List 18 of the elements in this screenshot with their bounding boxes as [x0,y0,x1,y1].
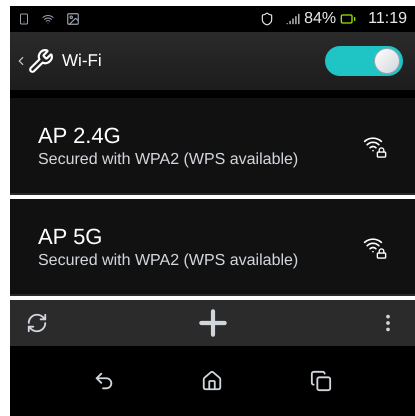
wps-icon[interactable] [26,312,48,334]
screen-title: Wi-Fi [62,50,102,72]
image-icon [66,12,80,26]
shield-icon [260,12,274,26]
tools-icon [28,48,54,74]
home-icon[interactable] [201,370,224,392]
wifi-toggle[interactable] [325,46,403,76]
status-time: 11:19 [368,9,407,29]
network-row[interactable]: AP 2.4G Secured with WPA2 (WPS available) [10,98,415,195]
network-name: AP 2.4G [38,122,122,150]
recent-apps-icon[interactable] [310,370,332,392]
network-security: Secured with WPA2 (WPS available) [38,150,300,170]
signal-icon [286,12,300,26]
battery-percent: 84% [304,9,336,29]
network-security: Secured with WPA2 (WPS available) [38,250,300,270]
network-row[interactable]: AP 5G Secured with WPA2 (WPS available) [10,199,415,296]
phone-icon [18,13,30,25]
network-name: AP 5G [38,222,104,250]
